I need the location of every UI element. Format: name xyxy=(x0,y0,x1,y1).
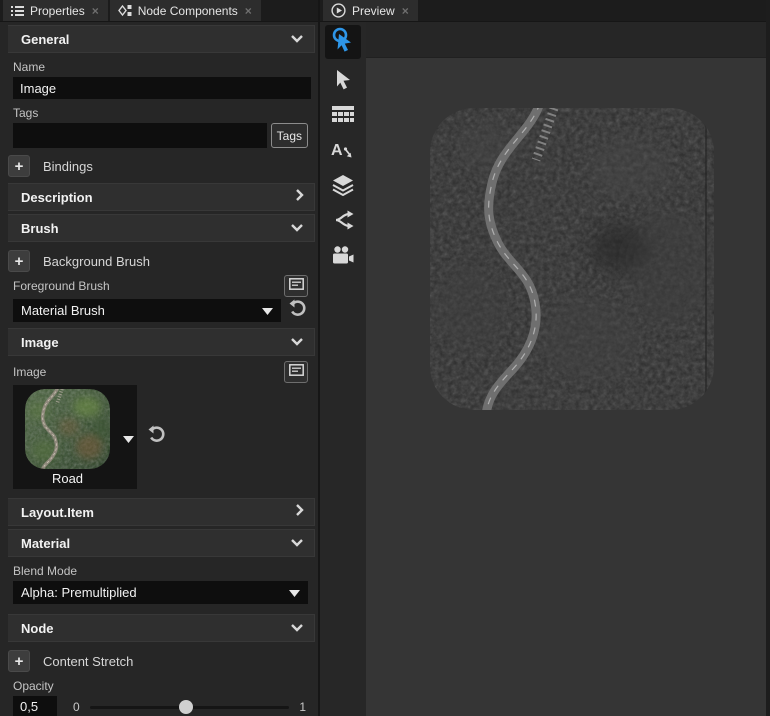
preview-panel: Preview × xyxy=(320,0,770,716)
grid-tool-button[interactable] xyxy=(325,102,361,132)
rendered-image-node xyxy=(430,108,714,410)
name-input[interactable] xyxy=(13,77,311,99)
foreground-brush-dropdown[interactable]: Material Brush xyxy=(13,299,281,322)
chevron-down-icon xyxy=(289,584,300,602)
chevron-down-icon xyxy=(290,30,304,48)
play-icon xyxy=(331,3,346,18)
image-picker[interactable]: Road xyxy=(13,385,137,489)
section-title: Image xyxy=(21,335,59,350)
layers-tool-button[interactable] xyxy=(325,172,361,202)
interact-cursor-icon xyxy=(330,27,356,58)
chevron-down-icon[interactable] xyxy=(123,430,134,448)
svg-text:A: A xyxy=(331,142,343,159)
chevron-down-icon xyxy=(290,534,304,552)
add-content-stretch-button[interactable]: + xyxy=(8,650,30,672)
content-stretch-label: Content Stretch xyxy=(43,654,133,669)
preview-viewport[interactable] xyxy=(366,58,766,716)
opacity-input[interactable] xyxy=(13,696,57,716)
image-value-name: Road xyxy=(25,471,110,486)
chevron-down-icon xyxy=(290,333,304,351)
tab-properties[interactable]: Properties × xyxy=(3,0,108,21)
properties-panel: Properties × Node Components × General N… xyxy=(0,0,320,716)
opacity-slider[interactable] xyxy=(90,700,290,714)
tab-preview-label: Preview xyxy=(352,4,395,18)
tab-properties-label: Properties xyxy=(30,4,85,18)
slider-thumb[interactable] xyxy=(179,700,193,714)
preview-toolbar: A xyxy=(320,22,366,716)
open-editor-button[interactable] xyxy=(284,275,308,297)
chevron-down-icon xyxy=(290,219,304,237)
revert-icon xyxy=(287,298,307,323)
preview-toolbar-strip xyxy=(366,22,766,58)
open-editor-button[interactable] xyxy=(284,361,308,383)
section-header-image[interactable]: Image xyxy=(8,328,315,356)
section-title: Description xyxy=(21,190,93,205)
left-tabbar: Properties × Node Components × xyxy=(0,0,318,22)
preview-canvas-area xyxy=(366,22,766,716)
background-brush-label: Background Brush xyxy=(43,254,150,269)
editor-window-icon xyxy=(289,363,304,381)
section-header-material[interactable]: Material xyxy=(8,529,315,557)
opacity-label: Opacity xyxy=(13,679,318,693)
revert-icon xyxy=(146,424,166,449)
section-title: Brush xyxy=(21,221,59,236)
cursor-icon xyxy=(332,69,354,96)
blend-mode-dropdown[interactable]: Alpha: Premultiplied xyxy=(13,581,308,604)
interact-tool-button[interactable] xyxy=(325,25,361,59)
editor-window-icon xyxy=(289,277,304,295)
video-camera-icon xyxy=(332,246,354,269)
split-tool-button[interactable] xyxy=(325,207,361,237)
tab-node-components[interactable]: Node Components × xyxy=(110,0,261,21)
tags-input[interactable] xyxy=(13,123,267,148)
add-background-brush-button[interactable]: + xyxy=(8,250,30,272)
app-window: Properties × Node Components × General N… xyxy=(0,0,770,716)
section-title: Material xyxy=(21,536,70,551)
text-analyze-icon: A xyxy=(331,140,355,165)
blend-mode-value: Alpha: Premultiplied xyxy=(21,585,289,600)
node-components-icon xyxy=(118,4,132,17)
chevron-right-icon xyxy=(295,503,304,522)
chevron-down-icon xyxy=(262,302,273,320)
split-arrows-icon xyxy=(332,210,354,235)
list-icon xyxy=(11,5,24,17)
section-header-brush[interactable]: Brush xyxy=(8,214,315,242)
close-icon[interactable]: × xyxy=(91,5,100,17)
close-icon[interactable]: × xyxy=(244,5,253,17)
select-tool-button[interactable] xyxy=(325,67,361,97)
blend-mode-label: Blend Mode xyxy=(13,564,318,578)
slider-max-label: 1 xyxy=(299,700,306,714)
chevron-down-icon xyxy=(290,619,304,637)
tags-button[interactable]: Tags xyxy=(271,123,308,148)
camera-tool-button[interactable] xyxy=(325,242,361,272)
layers-icon xyxy=(332,174,354,201)
road-thumbnail-image xyxy=(25,389,110,469)
slider-min-label: 0 xyxy=(73,700,80,714)
section-title: General xyxy=(21,32,69,47)
section-title: Layout.Item xyxy=(21,505,94,520)
section-header-general[interactable]: General xyxy=(8,25,315,53)
preview-tabbar: Preview × xyxy=(320,0,766,22)
section-title: Node xyxy=(21,621,54,636)
foreground-brush-value: Material Brush xyxy=(21,303,262,318)
tags-label: Tags xyxy=(13,106,318,120)
chevron-right-icon xyxy=(295,188,304,207)
section-header-layout-item[interactable]: Layout.Item xyxy=(8,498,315,526)
text-tool-button[interactable]: A xyxy=(325,137,361,167)
add-bindings-button[interactable]: + xyxy=(8,155,30,177)
foreground-brush-label: Foreground Brush xyxy=(13,279,110,293)
tab-preview[interactable]: Preview × xyxy=(323,0,418,21)
table-icon xyxy=(332,106,354,128)
tab-node-components-label: Node Components xyxy=(138,4,238,18)
section-header-description[interactable]: Description xyxy=(8,183,315,211)
revert-brush-button[interactable] xyxy=(286,300,308,322)
name-label: Name xyxy=(13,60,318,74)
bindings-label: Bindings xyxy=(43,159,93,174)
image-property-label: Image xyxy=(13,365,46,379)
close-icon[interactable]: × xyxy=(401,5,410,17)
revert-image-button[interactable] xyxy=(145,425,167,447)
section-header-node[interactable]: Node xyxy=(8,614,315,642)
properties-body: General Name Tags Tags + Bindings Descri… xyxy=(0,22,318,716)
